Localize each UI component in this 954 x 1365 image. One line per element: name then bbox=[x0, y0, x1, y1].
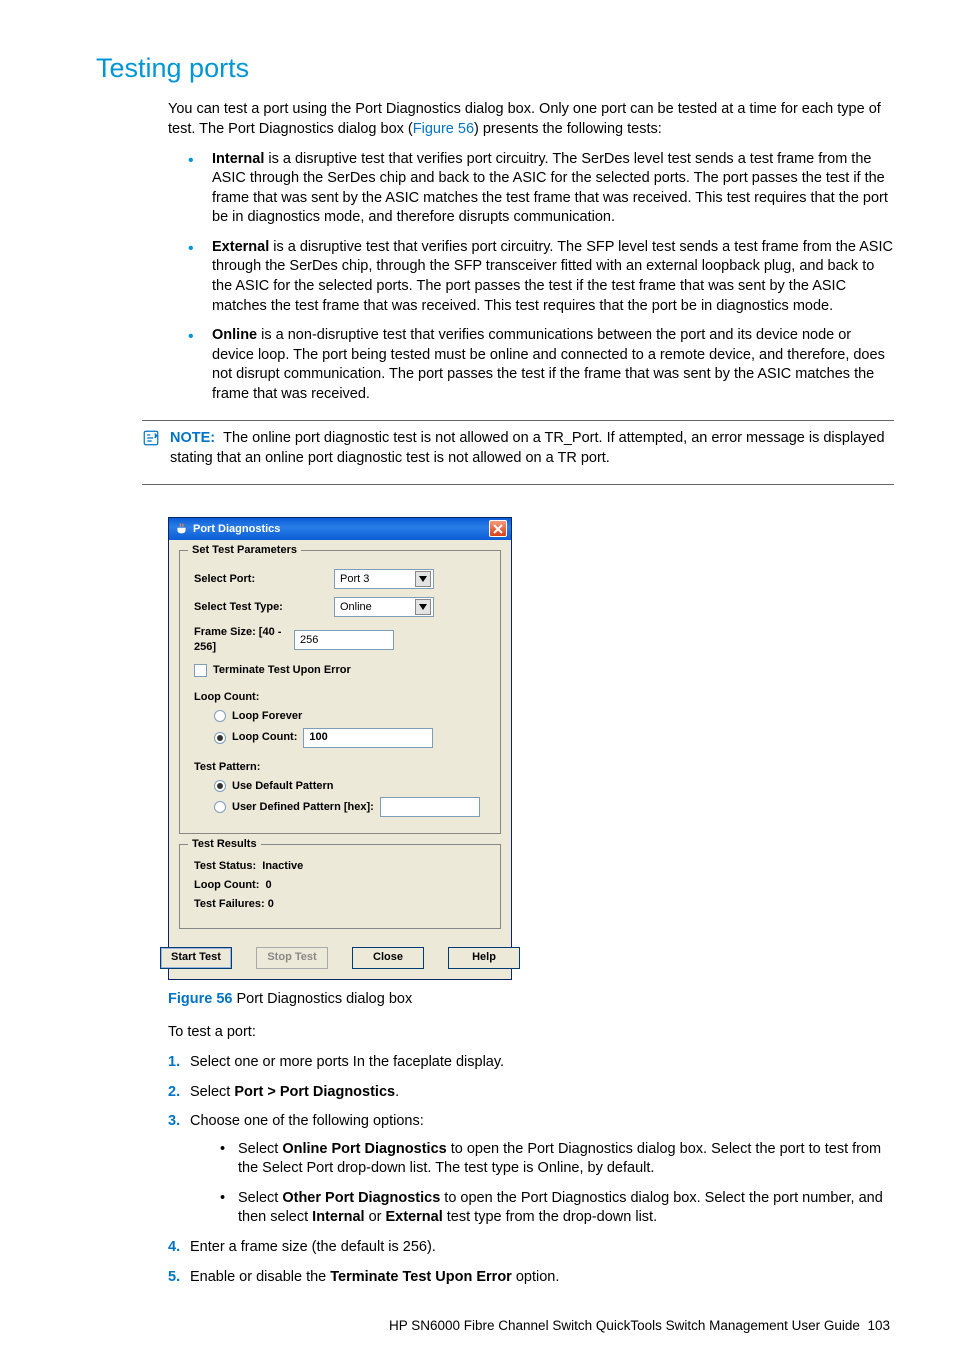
select-port-value: Port 3 bbox=[340, 572, 369, 587]
steps-list: Select one or more ports In the faceplat… bbox=[168, 1053, 894, 1287]
page-footer: HP SN6000 Fibre Channel Switch QuickTool… bbox=[60, 1317, 894, 1335]
note-block: NOTE: The online port diagnostic test is… bbox=[142, 429, 894, 468]
chevron-down-icon bbox=[415, 571, 431, 587]
port-diagnostics-dialog: Port Diagnostics Set Test Parameters Sel… bbox=[168, 517, 512, 979]
step-2: Select Port > Port Diagnostics. bbox=[168, 1083, 894, 1103]
chevron-down-icon bbox=[415, 599, 431, 615]
results-legend: Test Results bbox=[188, 837, 261, 852]
test-failures-label: Test Failures: bbox=[194, 898, 265, 910]
close-button[interactable] bbox=[489, 520, 507, 537]
s3b-pre: Select bbox=[238, 1190, 282, 1206]
figure-link-inline[interactable]: Figure 56 bbox=[413, 121, 474, 137]
frame-size-label: Frame Size: [40 - 256] bbox=[194, 625, 294, 655]
test-status-label: Test Status: bbox=[194, 860, 256, 872]
select-test-type-value: Online bbox=[340, 600, 372, 615]
list-item: Online is a non-disruptive test that ver… bbox=[188, 326, 894, 404]
user-defined-pattern-label: User Defined Pattern [hex]: bbox=[232, 800, 374, 815]
use-default-pattern-radio[interactable] bbox=[214, 780, 226, 792]
test-failures-value: 0 bbox=[268, 898, 274, 910]
loop-count-value: 100 bbox=[309, 730, 327, 745]
step5-pre: Enable or disable the bbox=[190, 1269, 330, 1285]
s3b-b1: Other Port Diagnostics bbox=[282, 1190, 440, 1206]
step-3b: Select Other Port Diagnostics to open th… bbox=[220, 1189, 894, 1228]
external-text: is a disruptive test that verifies port … bbox=[212, 239, 893, 314]
test-pattern-header: Test Pattern: bbox=[194, 760, 486, 775]
external-label: External bbox=[212, 239, 269, 255]
dialog-button-row: Start Test Stop Test Close Help bbox=[169, 939, 511, 979]
step2-post: . bbox=[395, 1084, 399, 1100]
terminate-checkbox[interactable] bbox=[194, 664, 207, 677]
figure-caption: Figure 56 Port Diagnostics dialog box bbox=[168, 990, 894, 1010]
set-test-parameters-group: Set Test Parameters Select Port: Port 3 … bbox=[179, 550, 501, 834]
frame-size-value: 256 bbox=[300, 633, 318, 648]
test-type-list: Internal is a disruptive test that verif… bbox=[188, 150, 894, 405]
footer-doc-title: HP SN6000 Fibre Channel Switch QuickTool… bbox=[389, 1318, 860, 1333]
stop-test-button: Stop Test bbox=[256, 947, 328, 969]
select-test-type-label: Select Test Type: bbox=[194, 600, 334, 615]
loop-forever-radio[interactable] bbox=[214, 710, 226, 722]
note-text: The online port diagnostic test is not a… bbox=[170, 430, 885, 466]
loop-count-radio[interactable] bbox=[214, 732, 226, 744]
page-heading: Testing ports bbox=[96, 50, 894, 86]
step-3: Choose one of the following options: Sel… bbox=[168, 1112, 894, 1228]
step-3a: Select Online Port Diagnostics to open t… bbox=[220, 1140, 894, 1179]
step-1: Select one or more ports In the faceplat… bbox=[168, 1053, 894, 1073]
loop-count-input[interactable]: 100 bbox=[303, 728, 433, 748]
internal-text: is a disruptive test that verifies port … bbox=[212, 151, 888, 226]
intro-text-2: ) presents the following tests: bbox=[474, 121, 662, 137]
intro-paragraph: You can test a port using the Port Diagn… bbox=[168, 100, 894, 139]
list-item: Internal is a disruptive test that verif… bbox=[188, 150, 894, 228]
loop-count-header: Loop Count: bbox=[194, 690, 486, 705]
step5-post: option. bbox=[512, 1269, 560, 1285]
select-test-type-dropdown[interactable]: Online bbox=[334, 597, 434, 617]
terminate-label: Terminate Test Upon Error bbox=[213, 663, 351, 678]
test-results-group: Test Results Test Status: Inactive Loop … bbox=[179, 844, 501, 929]
user-defined-pattern-radio[interactable] bbox=[214, 801, 226, 813]
dialog-titlebar[interactable]: Port Diagnostics bbox=[169, 518, 511, 540]
s3b-b2: Internal bbox=[312, 1209, 364, 1225]
step2-pre: Select bbox=[190, 1084, 234, 1100]
frame-size-input[interactable]: 256 bbox=[294, 630, 394, 650]
figure-label: Figure 56 bbox=[168, 991, 232, 1007]
s3b-b3: External bbox=[386, 1209, 443, 1225]
step-4: Enter a frame size (the default is 256). bbox=[168, 1238, 894, 1258]
footer-page-number: 103 bbox=[867, 1318, 890, 1333]
s3b-post: test type from the drop-down list. bbox=[443, 1209, 657, 1225]
step3-text: Choose one of the following options: bbox=[190, 1113, 424, 1129]
online-label: Online bbox=[212, 327, 257, 343]
note-icon bbox=[142, 429, 160, 468]
note-label: NOTE: bbox=[170, 430, 215, 446]
user-defined-pattern-input[interactable] bbox=[380, 797, 480, 817]
test-status-value: Inactive bbox=[262, 860, 303, 872]
select-port-dropdown[interactable]: Port 3 bbox=[334, 569, 434, 589]
help-button[interactable]: Help bbox=[448, 947, 520, 969]
loop-count-radio-label: Loop Count: bbox=[232, 730, 297, 745]
s3b-or: or bbox=[365, 1209, 386, 1225]
start-test-button[interactable]: Start Test bbox=[160, 947, 232, 969]
result-loop-label: Loop Count: bbox=[194, 879, 259, 891]
online-text: is a non-disruptive test that verifies c… bbox=[212, 327, 885, 402]
dialog-title: Port Diagnostics bbox=[193, 522, 280, 537]
use-default-pattern-label: Use Default Pattern bbox=[232, 779, 333, 794]
internal-label: Internal bbox=[212, 151, 264, 167]
s3a-pre: Select bbox=[238, 1141, 282, 1157]
step-5: Enable or disable the Terminate Test Upo… bbox=[168, 1268, 894, 1288]
to-test-a-port: To test a port: bbox=[168, 1023, 894, 1043]
params-legend: Set Test Parameters bbox=[188, 543, 301, 558]
figure-caption-text: Port Diagnostics dialog box bbox=[232, 991, 412, 1007]
loop-forever-label: Loop Forever bbox=[232, 709, 302, 724]
select-port-label: Select Port: bbox=[194, 572, 334, 587]
divider bbox=[142, 420, 894, 421]
s3a-b1: Online Port Diagnostics bbox=[282, 1141, 446, 1157]
step2-bold: Port > Port Diagnostics bbox=[234, 1084, 395, 1100]
result-loop-value: 0 bbox=[266, 879, 272, 891]
java-icon bbox=[175, 522, 188, 535]
close-dialog-button[interactable]: Close bbox=[352, 947, 424, 969]
list-item: External is a disruptive test that verif… bbox=[188, 238, 894, 316]
divider bbox=[142, 484, 894, 485]
step5-bold: Terminate Test Upon Error bbox=[330, 1269, 512, 1285]
